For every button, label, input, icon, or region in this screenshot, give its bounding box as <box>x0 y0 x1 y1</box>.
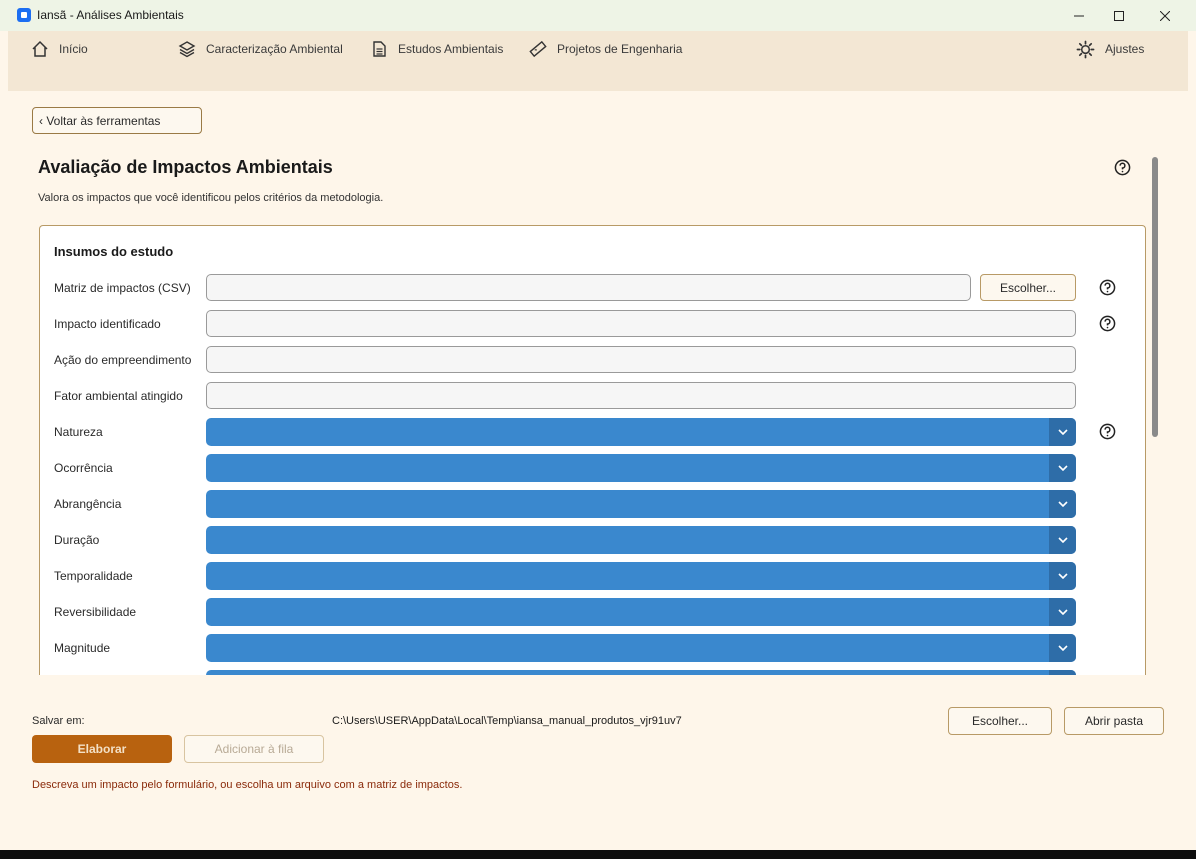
close-button[interactable] <box>1142 0 1188 31</box>
nav-item-projetos[interactable]: Projetos de Engenharia <box>529 39 682 59</box>
action-input[interactable] <box>206 346 1076 373</box>
env-factor-label: Fator ambiental atingido <box>54 389 183 403</box>
chevron-down-icon <box>1049 598 1076 626</box>
ocorrencia-label: Ocorrência <box>54 461 113 475</box>
nav-item-label: Projetos de Engenharia <box>557 42 683 56</box>
minimize-icon <box>1074 15 1084 16</box>
chevron-down-icon <box>1049 526 1076 554</box>
main-content: ‹ Voltar às ferramentas Avaliação de Imp… <box>8 91 1188 850</box>
nav-item-label: Caracterização Ambiental <box>206 42 343 56</box>
choose-folder-button[interactable]: Escolher... <box>948 707 1052 735</box>
study-inputs-group: Insumos do estudo Matriz de impactos (CS… <box>39 225 1146 675</box>
magnitude-select[interactable] <box>206 634 1076 662</box>
ocorrencia-select[interactable] <box>206 454 1076 482</box>
close-icon <box>1160 10 1170 21</box>
app-icon <box>17 8 31 22</box>
add-to-queue-button[interactable]: Adicionar à fila <box>184 735 324 763</box>
chevron-down-icon <box>1049 562 1076 590</box>
matrix-csv-input[interactable] <box>206 274 971 301</box>
help-icon[interactable] <box>1099 423 1116 440</box>
vertical-scrollbar[interactable] <box>1152 157 1158 437</box>
chevron-down-icon <box>1049 418 1076 446</box>
nav-item-inicio[interactable]: Início <box>31 39 88 59</box>
nav-item-label: Ajustes <box>1105 42 1145 56</box>
env-factor-input[interactable] <box>206 382 1076 409</box>
help-icon[interactable] <box>1099 315 1116 332</box>
top-navigation: Início Caracterização Ambiental Estudos … <box>8 31 1188 91</box>
duracao-select[interactable] <box>206 526 1076 554</box>
natureza-label: Natureza <box>54 425 103 439</box>
action-label: Ação do empreendimento <box>54 353 192 367</box>
next-criterion-select[interactable] <box>206 670 1076 675</box>
save-path: C:\Users\USER\AppData\Local\Temp\iansa_m… <box>332 715 682 727</box>
nav-item-ajustes[interactable]: Ajustes <box>1076 39 1144 59</box>
chevron-down-icon <box>1049 490 1076 518</box>
help-icon[interactable] <box>1114 159 1131 176</box>
open-folder-button[interactable]: Abrir pasta <box>1064 707 1164 735</box>
document-icon <box>373 41 386 57</box>
run-button[interactable]: Elaborar <box>32 735 172 763</box>
impact-label: Impacto identificado <box>54 317 161 331</box>
temporalidade-label: Temporalidade <box>54 569 133 583</box>
title-bar: Iansã - Análises Ambientais <box>0 0 1196 31</box>
gear-icon <box>1076 40 1095 58</box>
abrangencia-label: Abrangência <box>54 497 122 511</box>
group-title: Insumos do estudo <box>54 244 174 259</box>
ruler-icon <box>529 40 547 58</box>
matrix-csv-label: Matriz de impactos (CSV) <box>54 281 191 295</box>
layers-icon <box>178 41 196 58</box>
maximize-icon <box>1114 10 1124 21</box>
chevron-down-icon <box>1049 634 1076 662</box>
save-location-label: Salvar em: <box>32 715 85 727</box>
status-message: Descreva um impacto pelo formulário, ou … <box>32 779 463 791</box>
temporalidade-select[interactable] <box>206 562 1076 590</box>
nav-item-caracterizacao[interactable]: Caracterização Ambiental <box>178 39 343 59</box>
reversibilidade-label: Reversibilidade <box>54 605 137 619</box>
natureza-select[interactable] <box>206 418 1076 446</box>
help-icon[interactable] <box>1099 279 1116 296</box>
page-title: Avaliação de Impactos Ambientais <box>38 157 333 177</box>
impact-input[interactable] <box>206 310 1076 337</box>
nav-item-estudos[interactable]: Estudos Ambientais <box>370 39 503 59</box>
chevron-down-icon <box>1049 670 1076 675</box>
nav-item-label: Início <box>59 42 88 56</box>
maximize-button[interactable] <box>1096 0 1142 31</box>
page-subtitle: Valora os impactos que você identificou … <box>38 192 384 204</box>
nav-item-label: Estudos Ambientais <box>398 42 504 56</box>
back-to-tools-button[interactable]: ‹ Voltar às ferramentas <box>32 107 202 134</box>
home-icon <box>32 40 48 57</box>
chevron-down-icon <box>1049 454 1076 482</box>
duracao-label: Duração <box>54 533 100 547</box>
app-window: Iansã - Análises Ambientais Início Carac… <box>0 0 1196 850</box>
abrangencia-select[interactable] <box>206 490 1076 518</box>
choose-matrix-button[interactable]: Escolher... <box>980 274 1076 301</box>
magnitude-label: Magnitude <box>54 641 111 655</box>
window-title: Iansã - Análises Ambientais <box>37 8 184 22</box>
reversibilidade-select[interactable] <box>206 598 1076 626</box>
